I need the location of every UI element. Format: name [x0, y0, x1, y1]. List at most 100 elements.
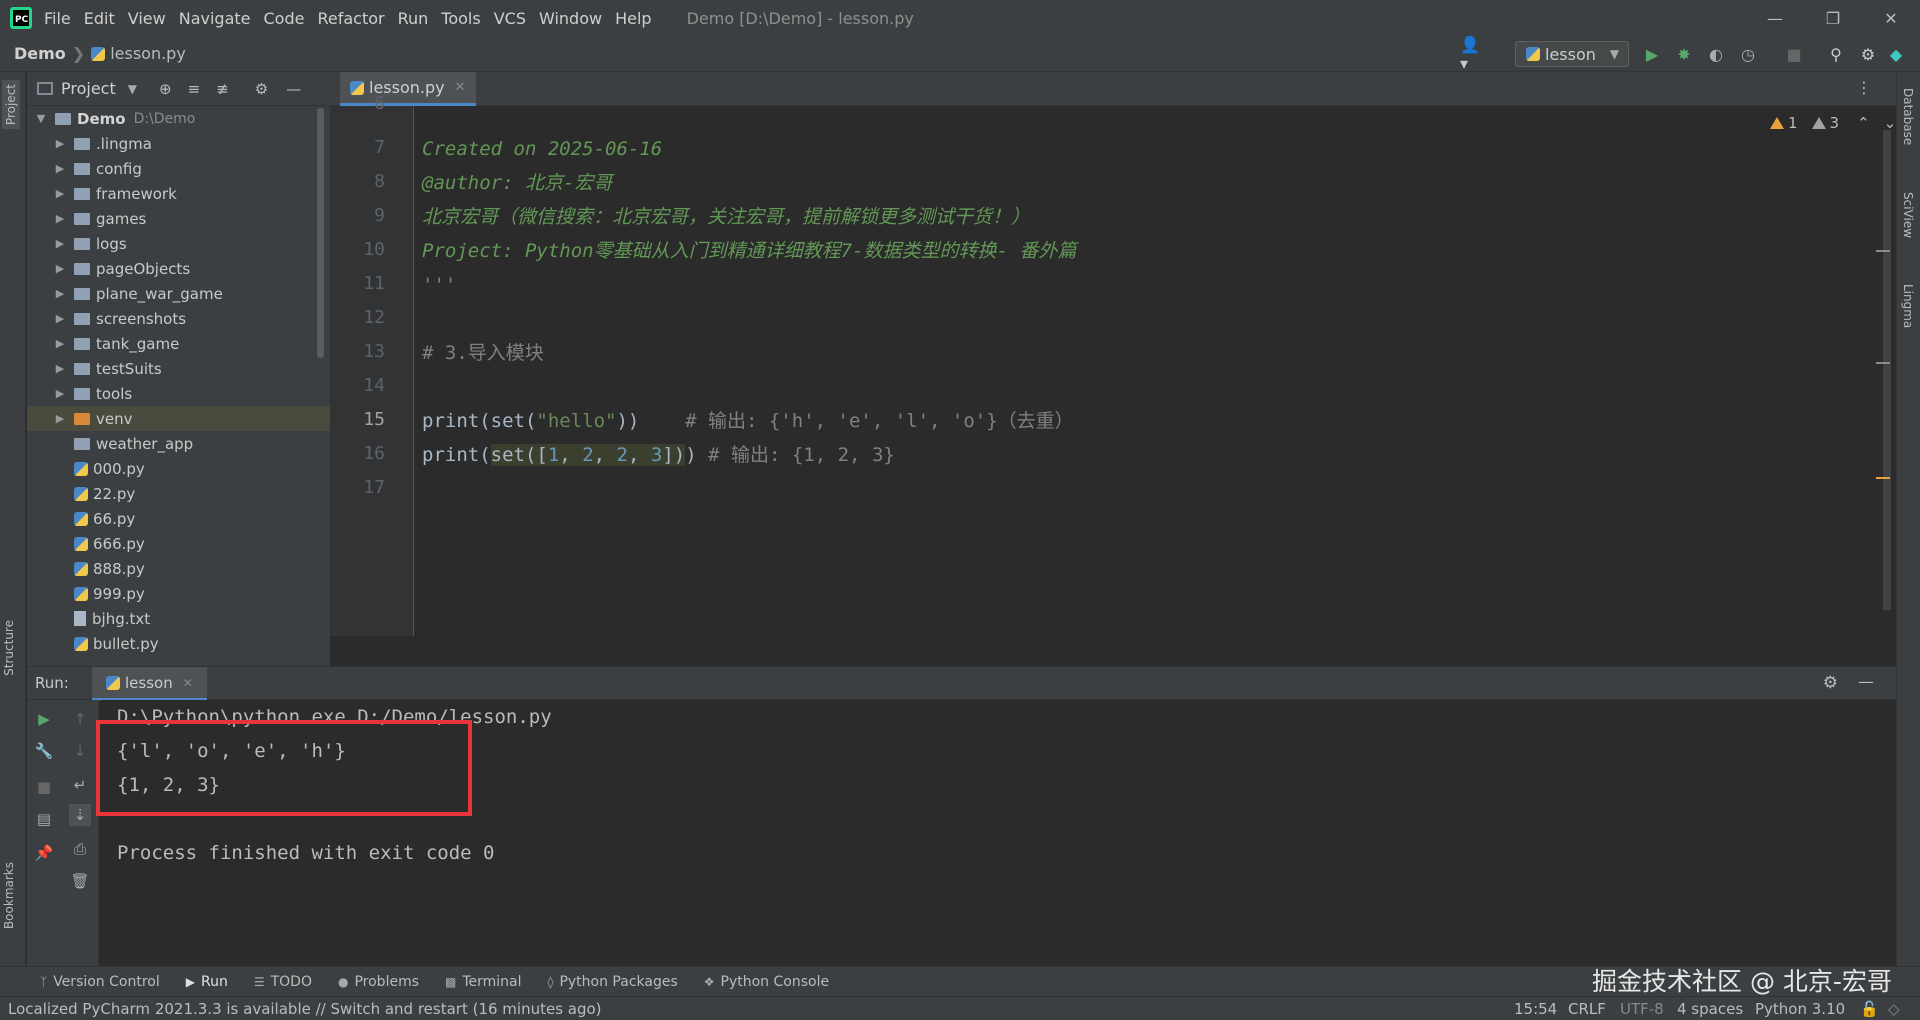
locate-file-icon[interactable]: ⊕ [159, 80, 172, 98]
arrow-up-icon[interactable]: ↑ [69, 708, 91, 730]
line-number[interactable]: 11 [363, 273, 385, 294]
tree-item[interactable]: ▶ pageObjects [27, 256, 330, 281]
tree-item[interactable]: ▶ tools [27, 381, 330, 406]
breadcrumb-project[interactable]: Demo [14, 44, 66, 63]
tree-item[interactable]: 22.py [27, 481, 330, 506]
tree-item[interactable]: weather_app [27, 431, 330, 456]
file-encoding[interactable]: UTF-8 [1620, 1000, 1664, 1018]
hide-panel-icon[interactable]: — [286, 80, 301, 98]
minimize-icon[interactable]: — [1750, 0, 1800, 36]
close-window-icon[interactable]: ✕ [1866, 0, 1916, 36]
scroll-to-end-icon[interactable]: ⇣ [69, 804, 91, 826]
tool-version-control[interactable]: ᛉ Version Control [40, 974, 160, 990]
tree-item[interactable]: 999.py [27, 581, 330, 606]
line-number[interactable]: 9 [374, 205, 385, 226]
menu-run[interactable]: Run [398, 9, 429, 28]
line-number[interactable]: 7 [374, 137, 385, 158]
search-icon[interactable]: ⚲ [1826, 44, 1846, 64]
line-number[interactable]: 8 [374, 171, 385, 192]
chevron-right-icon[interactable]: ▶ [54, 187, 66, 200]
project-tree-scrollbar[interactable] [317, 108, 324, 358]
restore-icon[interactable]: ❐ [1808, 0, 1858, 36]
indent-setting[interactable]: 4 spaces [1677, 1000, 1743, 1018]
stop-icon[interactable]: ■ [33, 776, 55, 798]
menu-help[interactable]: Help [615, 9, 651, 28]
breadcrumb-file[interactable]: lesson.py [110, 44, 186, 63]
chevron-right-icon[interactable]: ▶ [54, 262, 66, 275]
chevron-down-icon[interactable]: ▼ [35, 112, 47, 125]
rerun-icon[interactable]: ▶ [33, 708, 55, 730]
tree-item[interactable]: ▶ venv [27, 406, 330, 431]
wrench-icon[interactable]: 🔧 [33, 740, 55, 762]
hide-panel-icon[interactable]: — [1858, 672, 1874, 691]
soft-wrap-icon[interactable]: ↵ [69, 774, 91, 796]
tool-problems[interactable]: ● Problems [338, 974, 419, 990]
stop-icon[interactable]: ■ [1784, 44, 1804, 64]
tree-item[interactable]: 666.py [27, 531, 330, 556]
gear-icon[interactable]: ⚙ [255, 80, 268, 98]
tree-item[interactable]: bullet.py [27, 631, 330, 656]
chevron-right-icon[interactable]: ▶ [54, 287, 66, 300]
project-tool-tab[interactable]: Project [2, 80, 20, 130]
tree-item[interactable]: 888.py [27, 556, 330, 581]
structure-tool-tab[interactable]: Structure [2, 620, 16, 676]
tree-item[interactable]: ▶ testSuits [27, 356, 330, 381]
caret-position[interactable]: 15:54 [1514, 1000, 1557, 1018]
tree-item[interactable]: ▶ games [27, 206, 330, 231]
chevron-right-icon[interactable]: ▶ [54, 412, 66, 425]
menu-vcs[interactable]: VCS [494, 9, 526, 28]
bookmarks-tool-tab[interactable]: Bookmarks [2, 862, 16, 929]
code-editor[interactable]: ''' Created on 2025-06-16 @author: 北京-宏哥… [414, 106, 1882, 636]
chevron-right-icon[interactable]: ▶ [54, 137, 66, 150]
tree-item[interactable]: ▶ plane_war_game [27, 281, 330, 306]
chevron-right-icon[interactable]: ▶ [54, 312, 66, 325]
menu-tools[interactable]: Tools [441, 9, 480, 28]
chevron-right-icon[interactable]: ▶ [54, 337, 66, 350]
tab-lesson-py[interactable]: lesson.py ✕ [340, 72, 476, 106]
line-number[interactable]: 14 [363, 375, 385, 396]
line-number[interactable]: 12 [363, 307, 385, 328]
chevron-down-icon[interactable]: ▼ [128, 82, 137, 96]
tree-item[interactable]: ▶ framework [27, 181, 330, 206]
menu-view[interactable]: View [128, 9, 166, 28]
trash-icon[interactable]: 🗑 [69, 870, 91, 892]
menu-refactor[interactable]: Refactor [317, 9, 384, 28]
tool-terminal[interactable]: ▩ Terminal [445, 974, 522, 990]
chevron-up-icon[interactable]: ⌃ [1857, 114, 1870, 132]
close-icon[interactable]: ✕ [455, 80, 466, 95]
database-tool-tab[interactable]: Database [1901, 88, 1915, 145]
chevron-right-icon[interactable]: ▶ [54, 362, 66, 375]
inspection-widget[interactable]: 1 3 ⌃ ⌄ [1770, 112, 1896, 134]
tool-run[interactable]: ▶ Run [186, 974, 228, 990]
tree-root[interactable]: ▼ Demo D:\Demo [27, 106, 330, 131]
gear-icon[interactable]: ⚙ [1858, 44, 1878, 64]
tree-item[interactable]: ▶ tank_game [27, 331, 330, 356]
debug-icon[interactable]: ✸ [1674, 44, 1694, 64]
sciview-tool-tab[interactable]: SciView [1901, 192, 1915, 238]
project-panel-title[interactable]: Project [61, 79, 116, 98]
user-icon[interactable]: 👤▾ [1460, 35, 1480, 73]
run-icon[interactable]: ▶ [1642, 44, 1662, 64]
layout-icon[interactable]: ▤ [33, 808, 55, 830]
more-options-icon[interactable]: ⋮ [1856, 78, 1872, 97]
coverage-icon[interactable]: ◐ [1706, 44, 1726, 64]
menu-edit[interactable]: Edit [84, 9, 115, 28]
close-icon[interactable]: ✕ [183, 676, 193, 690]
status-message[interactable]: Localized PyCharm 2021.3.3 is available … [8, 1000, 602, 1018]
gear-icon[interactable]: ⚙ [1823, 673, 1838, 693]
lock-icon[interactable]: 🔓 [1860, 1000, 1879, 1018]
tool-python-packages[interactable]: ◊ Python Packages [548, 974, 678, 990]
chevron-right-icon[interactable]: ▶ [54, 162, 66, 175]
tree-item[interactable]: ▶ logs [27, 231, 330, 256]
tree-item[interactable]: 000.py [27, 456, 330, 481]
print-icon[interactable]: ⎙ [69, 838, 91, 860]
tool-python-console[interactable]: ❖ Python Console [704, 974, 829, 990]
collapse-all-icon[interactable]: ≢ [216, 80, 229, 98]
line-separator[interactable]: CRLF [1568, 1000, 1606, 1018]
line-number[interactable]: 10 [363, 239, 385, 260]
run-tab-lesson[interactable]: lesson ✕ [92, 667, 207, 701]
line-number[interactable]: 6 [374, 93, 385, 114]
chevron-right-icon[interactable]: ▶ [54, 387, 66, 400]
menu-code[interactable]: Code [264, 9, 305, 28]
pin-icon[interactable]: 📌 [33, 842, 55, 864]
